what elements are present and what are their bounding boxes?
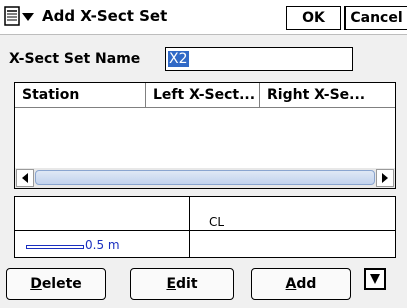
add-label: dd	[296, 276, 317, 292]
cross-section-view: CL 0.5 m	[14, 196, 396, 258]
edit-label: dit	[176, 276, 198, 292]
horizontal-scrollbar[interactable]	[15, 168, 395, 188]
horizontal-axis-line	[15, 230, 395, 231]
name-input-selected-text: X2	[168, 51, 189, 67]
delete-mnemonic: D	[30, 276, 42, 292]
stations-list[interactable]: Station Left X-Sect... Right X-Se...	[14, 82, 396, 189]
column-header-left-x-sect[interactable]: Left X-Sect...	[146, 83, 260, 107]
start-menu-button[interactable]	[4, 6, 38, 28]
list-header: Station Left X-Sect... Right X-Se...	[15, 83, 395, 108]
title-bar: Add X-Sect Set OK Cancel	[0, 0, 407, 35]
menu-icon	[4, 6, 34, 26]
centerline-label: CL	[209, 215, 225, 229]
delete-label: elete	[41, 276, 82, 292]
scale-label: 0.5 m	[85, 238, 120, 252]
scale-bar	[26, 245, 84, 249]
delete-button[interactable]: Delete	[6, 268, 106, 300]
ok-button[interactable]: OK	[286, 6, 341, 30]
more-options-button[interactable]	[364, 268, 386, 290]
centerline	[189, 197, 190, 257]
scroll-right-button[interactable]	[376, 169, 394, 187]
column-header-right-x-sect[interactable]: Right X-Se...	[260, 83, 395, 107]
scroll-left-button[interactable]	[16, 169, 34, 187]
column-header-station[interactable]: Station	[15, 83, 146, 107]
chevron-right-icon	[382, 173, 388, 183]
window-title: Add X-Sect Set	[42, 7, 168, 25]
x-sect-set-name-input[interactable]: X2	[165, 47, 353, 71]
triangle-down-icon	[370, 274, 380, 284]
x-sect-set-name-label: X-Sect Set Name	[9, 51, 141, 67]
chevron-left-icon	[22, 173, 28, 183]
edit-button[interactable]: Edit	[130, 268, 234, 300]
add-button[interactable]: Add	[251, 268, 351, 300]
scrollbar-thumb[interactable]	[35, 170, 375, 185]
add-mnemonic: A	[285, 276, 297, 292]
edit-mnemonic: E	[166, 276, 177, 292]
cancel-button[interactable]: Cancel	[344, 6, 407, 30]
